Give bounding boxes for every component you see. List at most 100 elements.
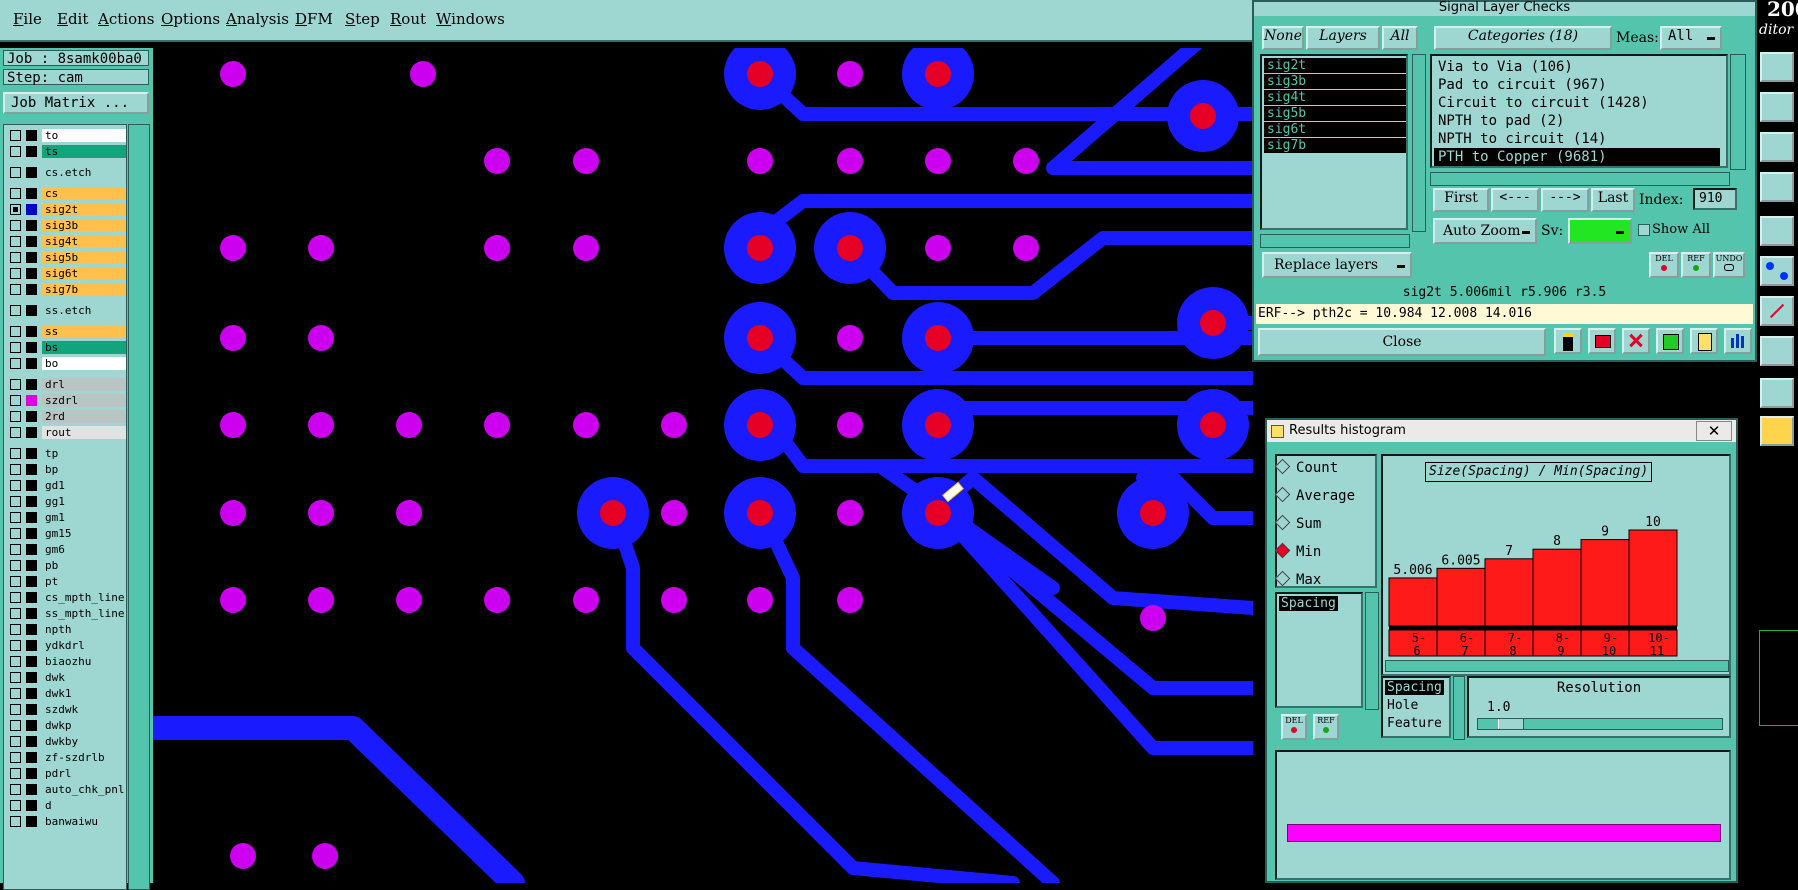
layer-row-sig6t[interactable]: sig6t — [6, 267, 126, 280]
check-layer-item[interactable]: sig7b — [1264, 138, 1406, 153]
layer-checkbox[interactable] — [10, 342, 21, 353]
layer-row-ss[interactable]: ss — [6, 325, 126, 338]
layer-name[interactable]: tp — [42, 447, 126, 460]
layer-checkbox[interactable] — [10, 130, 21, 141]
category-item[interactable]: NPTH to pad (2) — [1438, 112, 1564, 130]
layer-checkbox[interactable] — [10, 800, 21, 811]
layer-checkbox[interactable] — [10, 672, 21, 683]
layer-color-swatch[interactable] — [26, 427, 37, 438]
histogram-bar[interactable] — [1388, 577, 1438, 627]
layer-row-drl[interactable]: drl — [6, 378, 126, 391]
layer-name[interactable]: cs — [42, 187, 126, 200]
layer-row-dwkby[interactable]: dwkby — [6, 735, 126, 748]
layer-checkbox[interactable] — [10, 236, 21, 247]
layer-color-swatch[interactable] — [26, 656, 37, 667]
close-button[interactable]: Close — [1258, 328, 1546, 356]
histogram-bar[interactable] — [1484, 558, 1534, 627]
menu-options[interactable]: Options — [161, 10, 220, 28]
clear-icon[interactable] — [1622, 328, 1650, 354]
mode-average[interactable]: Average — [1274, 486, 1355, 504]
meas-select[interactable]: All — [1660, 26, 1722, 50]
layer-name[interactable]: pt — [42, 575, 126, 588]
layer-checkbox[interactable] — [10, 592, 21, 603]
layer-row-gg1[interactable]: gg1 — [6, 495, 126, 508]
layer-row-biaozhu[interactable]: biaozhu — [6, 655, 126, 668]
layer-color-swatch[interactable] — [26, 167, 37, 178]
layer-checkbox[interactable] — [10, 736, 21, 747]
layer-name[interactable]: dwkp — [42, 719, 126, 732]
menu-analysis[interactable]: Analysis — [226, 10, 289, 28]
layer-color-swatch[interactable] — [26, 784, 37, 795]
layer-color-swatch[interactable] — [26, 395, 37, 406]
layer-checkbox[interactable] — [10, 188, 21, 199]
radio-icon[interactable] — [1274, 542, 1291, 559]
layer-name[interactable]: sig4t — [42, 235, 126, 248]
next-button[interactable]: ---> — [1541, 188, 1589, 212]
window-icon[interactable] — [1760, 92, 1794, 122]
layer-color-swatch[interactable] — [26, 268, 37, 279]
menu-file[interactable]: File — [13, 10, 42, 28]
layer-name[interactable]: bs — [42, 341, 126, 354]
category-item[interactable]: Circuit to circuit (1428) — [1438, 94, 1649, 112]
layer-name[interactable]: auto_chk_pnl — [42, 783, 126, 796]
check-layer-item[interactable]: sig6t — [1264, 122, 1406, 137]
layer-checkbox[interactable] — [10, 656, 21, 667]
layer-checkbox[interactable] — [10, 220, 21, 231]
layer-checks-list[interactable]: sig2t sig3b sig4t sig5b sig6t sig7b — [1260, 54, 1408, 230]
layer-checks-hscroll[interactable] — [1260, 234, 1410, 248]
layer-color-swatch[interactable] — [26, 464, 37, 475]
layer-checkbox[interactable] — [10, 448, 21, 459]
check-layer-item[interactable]: sig3b — [1264, 74, 1406, 89]
layer-checkbox[interactable] — [10, 358, 21, 369]
layers-icon[interactable] — [1760, 172, 1794, 202]
layer-color-swatch[interactable] — [26, 736, 37, 747]
layer-name[interactable]: ydkdrl — [42, 639, 126, 652]
layer-name[interactable]: d — [42, 799, 126, 812]
layer-name[interactable]: gd1 — [42, 479, 126, 492]
spacing-list-scrollbar[interactable] — [1365, 592, 1379, 710]
categories-scrollbar[interactable] — [1730, 54, 1746, 170]
layer-color-swatch[interactable] — [26, 816, 37, 827]
layer-checkbox[interactable] — [10, 752, 21, 763]
histogram-bar[interactable] — [1628, 529, 1678, 627]
menu-step[interactable]: Step — [345, 10, 380, 28]
layer-color-swatch[interactable] — [26, 544, 37, 555]
triangle-icon[interactable] — [1760, 378, 1794, 408]
layer-name[interactable]: banwaiwu — [42, 815, 126, 828]
first-button[interactable]: First — [1433, 188, 1489, 212]
layer-name[interactable]: sig5b — [42, 251, 126, 264]
layer-row-npth[interactable]: npth — [6, 623, 126, 636]
layer-name[interactable]: gm15 — [42, 527, 126, 540]
auto-zoom-select[interactable]: Auto Zoom — [1433, 218, 1537, 244]
layer-name[interactable]: rout — [42, 426, 126, 439]
index-input[interactable]: 910 — [1693, 188, 1737, 210]
layer-checkbox[interactable] — [10, 427, 21, 438]
network-icon[interactable] — [1760, 256, 1794, 286]
undo-button[interactable]: UNDO — [1713, 252, 1745, 278]
layer-row-ts[interactable]: ts — [6, 145, 126, 158]
layer-row-pt[interactable]: pt — [6, 575, 126, 588]
layer-name[interactable]: cs_mpth_line — [42, 591, 126, 604]
layer-checkbox[interactable] — [10, 512, 21, 523]
layer-row-cs.etch[interactable]: cs.etch — [6, 166, 126, 179]
layer-checkbox[interactable] — [10, 496, 21, 507]
layer-name[interactable]: sig2t — [42, 203, 126, 216]
layer-color-swatch[interactable] — [26, 448, 37, 459]
layer-name[interactable]: dwk — [42, 671, 126, 684]
layer-name[interactable]: to — [42, 129, 126, 142]
layer-row-dwk1[interactable]: dwk1 — [6, 687, 126, 700]
layer-checkbox[interactable] — [10, 640, 21, 651]
layer-name[interactable]: cs.etch — [42, 166, 126, 179]
layer-name[interactable]: ts — [42, 145, 126, 158]
categories-list[interactable]: Via to Via (106) Pad to circuit (967) Circ… — [1430, 54, 1728, 168]
category-item[interactable]: NPTH to circuit (14) — [1438, 130, 1607, 148]
layer-checkbox[interactable] — [10, 204, 21, 215]
layer-name[interactable]: bp — [42, 463, 126, 476]
check-layer-item[interactable]: sig4t — [1264, 90, 1406, 105]
layer-name[interactable]: gm6 — [42, 543, 126, 556]
document-icon[interactable] — [1690, 328, 1718, 354]
layer-row-sig3b[interactable]: sig3b — [6, 219, 126, 232]
layer-color-swatch[interactable] — [26, 305, 37, 316]
last-button[interactable]: Last — [1591, 188, 1635, 212]
layer-color-swatch[interactable] — [26, 358, 37, 369]
